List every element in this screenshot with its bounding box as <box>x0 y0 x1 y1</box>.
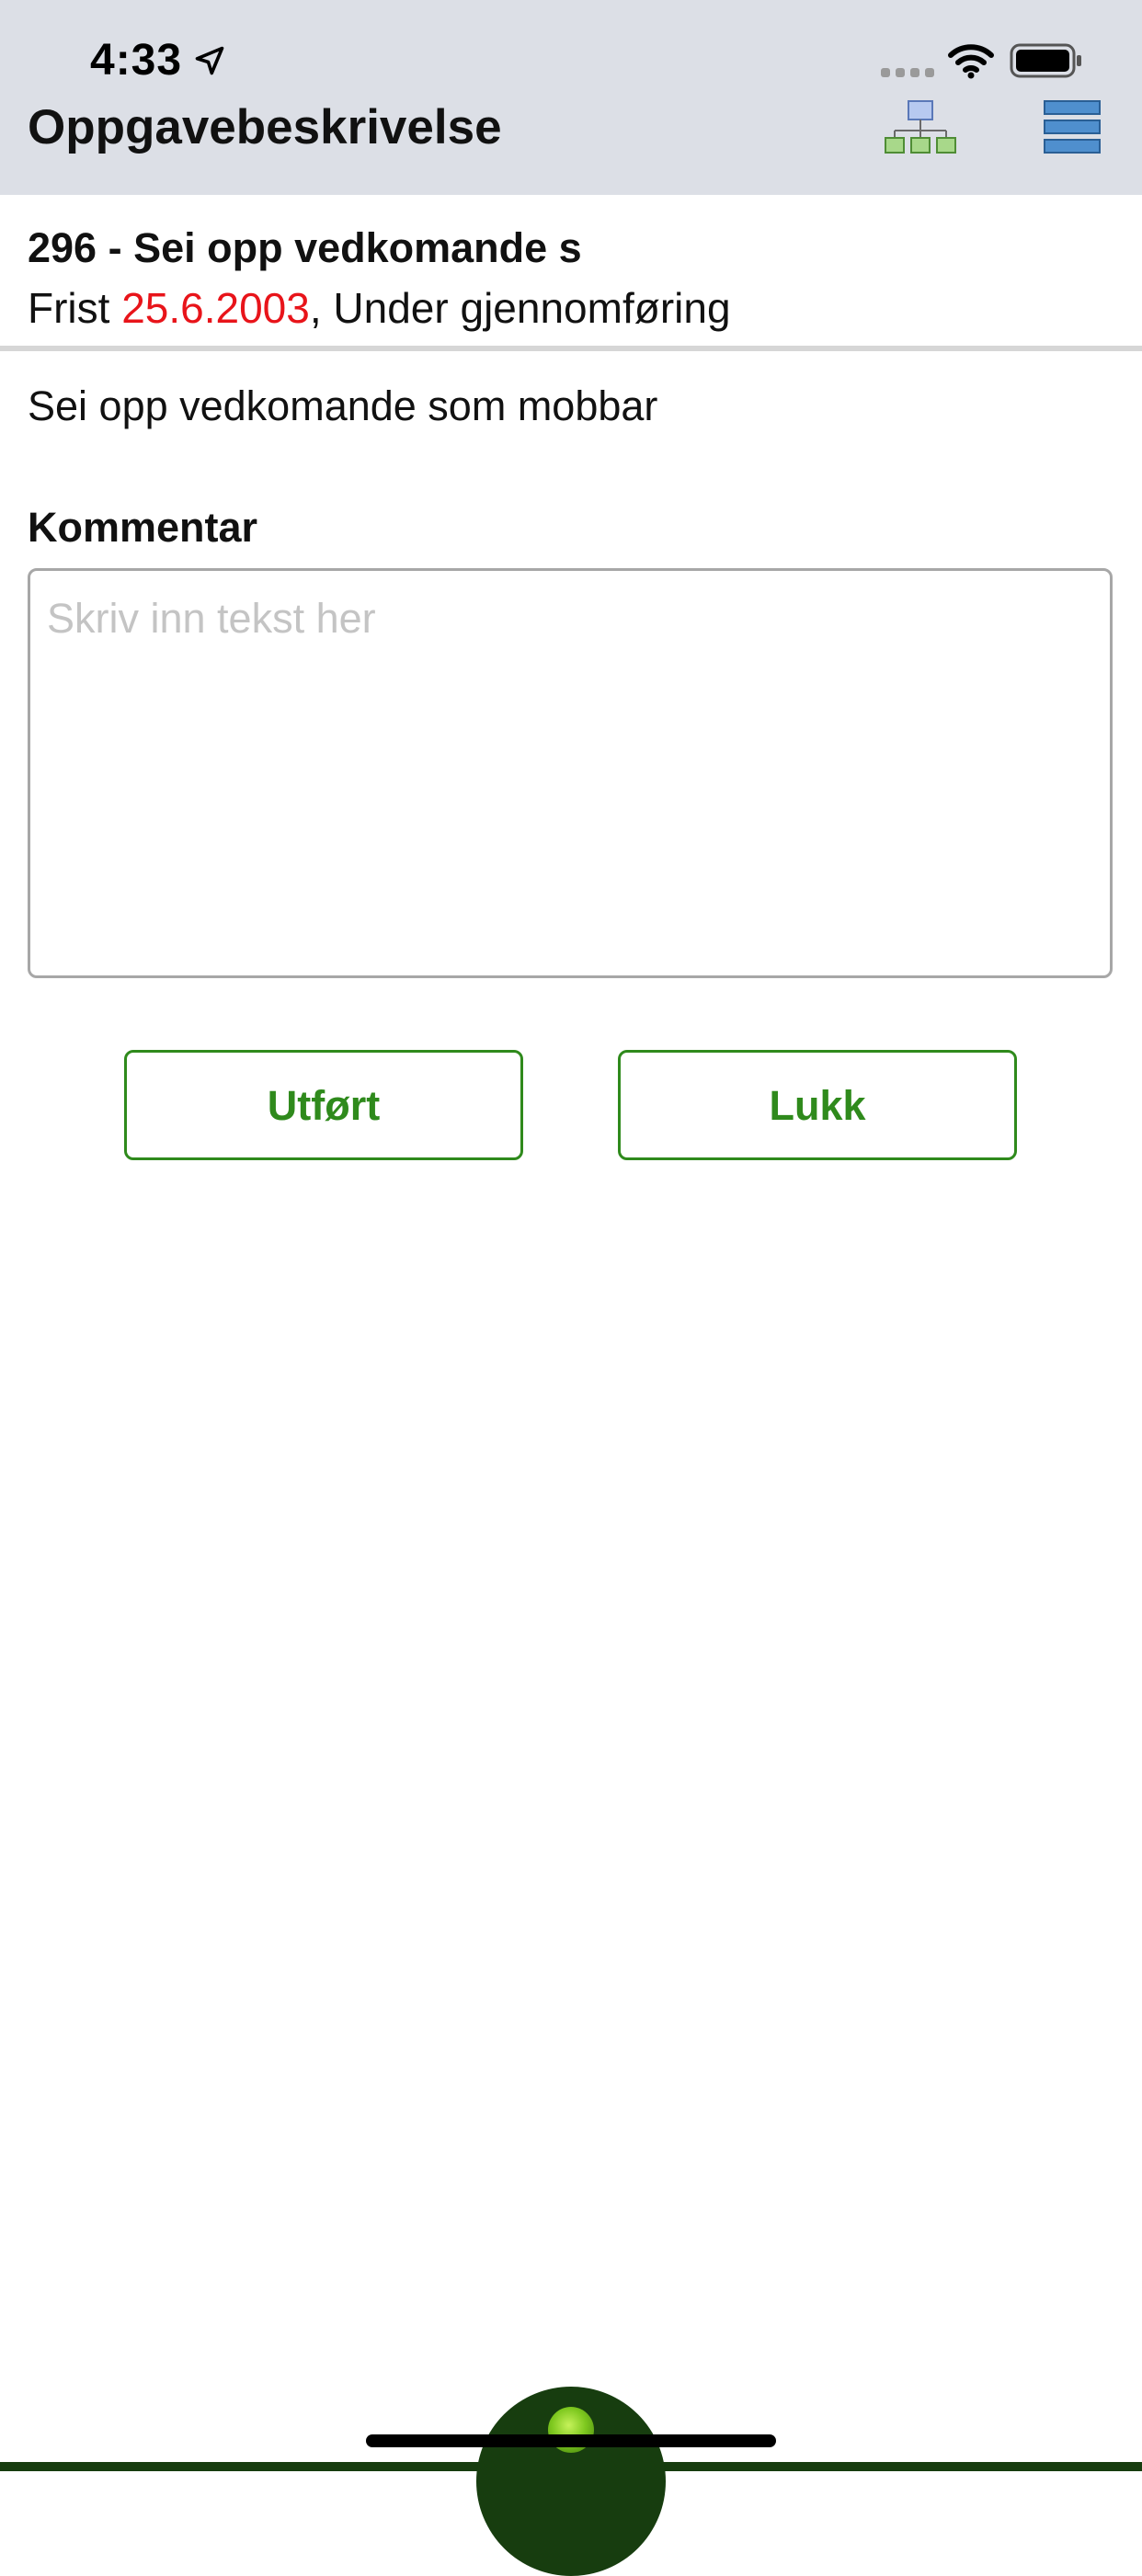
status-time: 4:33 <box>90 36 183 85</box>
task-meta: Frist 25.6.2003, Under gjennomføring <box>28 283 731 333</box>
deadline-label: Frist <box>28 284 122 332</box>
task-description: Sei opp vedkomande som mobbar <box>28 382 658 429</box>
page-title: Oppgavebeskrivelse <box>28 100 502 154</box>
list-menu-icon[interactable] <box>1043 97 1102 156</box>
section-divider <box>0 346 1142 351</box>
close-button[interactable]: Lukk <box>618 1050 1017 1160</box>
done-button[interactable]: Utført <box>124 1050 523 1160</box>
comment-input[interactable] <box>28 568 1113 978</box>
battery-icon <box>1010 43 1081 78</box>
cellular-signal-icon <box>881 68 934 77</box>
org-chart-icon[interactable] <box>883 99 958 156</box>
task-status: , Under gjennomføring <box>309 284 731 332</box>
wifi-icon <box>948 44 994 79</box>
header-bar: 4:33 Oppgavebeskrivelse <box>0 0 1142 195</box>
home-indicator[interactable] <box>366 2434 776 2447</box>
deadline-date: 25.6.2003 <box>121 284 310 332</box>
location-arrow-icon <box>195 46 224 75</box>
task-title: 296 - Sei opp vedkomande s <box>28 224 582 271</box>
comment-label: Kommentar <box>28 504 258 551</box>
